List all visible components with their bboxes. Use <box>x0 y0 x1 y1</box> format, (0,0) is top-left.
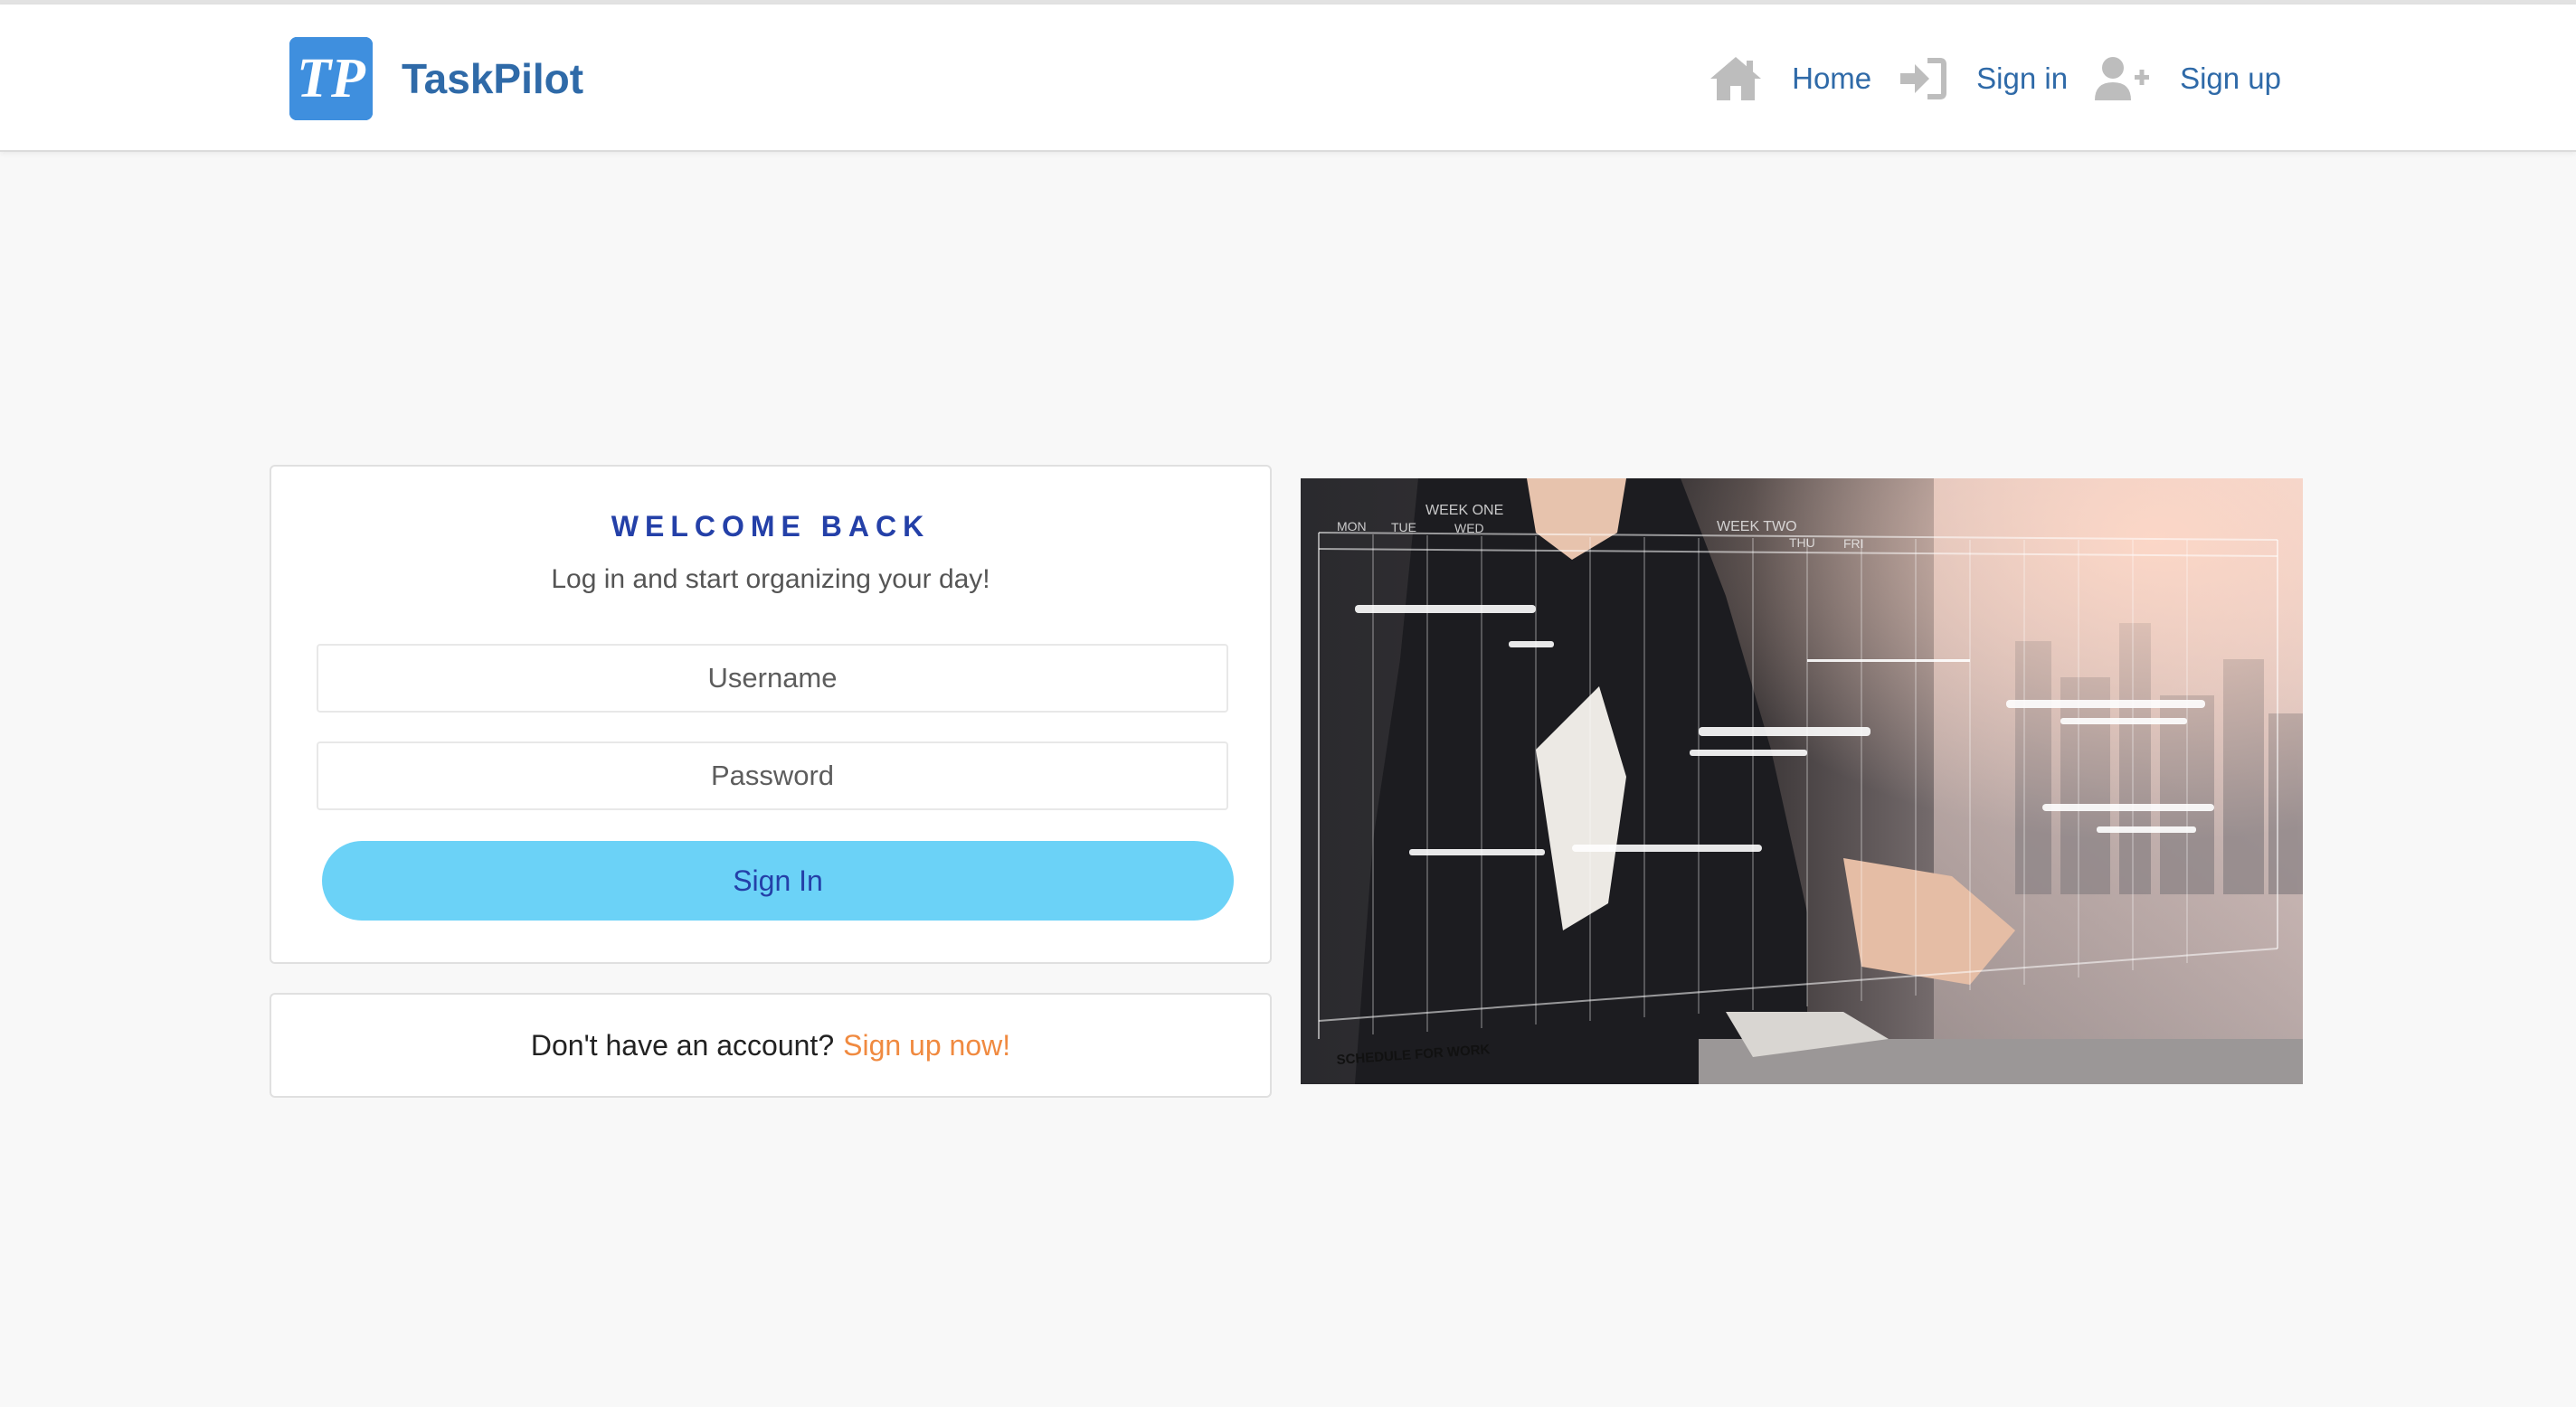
taskpilot-logo[interactable]: TP <box>289 37 373 120</box>
username-input[interactable] <box>317 644 1228 713</box>
brand[interactable]: TP TaskPilot <box>289 37 583 120</box>
nav-sign-in-label: Sign in <box>1976 61 2069 95</box>
sign-in-button[interactable]: Sign In <box>322 841 1234 921</box>
login-subtitle: Log in and start organizing your day! <box>551 564 990 594</box>
svg-text:FRI: FRI <box>1843 536 1864 551</box>
login-card: WELCOME BACK Log in and start organizing… <box>270 465 1272 964</box>
signup-prompt-card: Don't have an account? Sign up now! <box>270 993 1272 1098</box>
svg-text:WED: WED <box>1454 521 1484 535</box>
svg-text:THU: THU <box>1789 535 1815 550</box>
nav-sign-up-label: Sign up <box>2180 61 2281 95</box>
hero-image: WEEK ONE WEEK TWO MON TUE WED THU FRI SC… <box>1301 478 2303 1084</box>
svg-text:TP: TP <box>297 48 366 109</box>
user-plus-icon <box>2095 57 2150 100</box>
nav-sign-up[interactable]: Sign up <box>2095 55 2281 102</box>
nav-sign-in[interactable]: Sign in <box>1899 57 2068 100</box>
nav-home-label: Home <box>1792 61 1872 95</box>
svg-text:TUE: TUE <box>1391 520 1416 534</box>
svg-text:WEEK ONE: WEEK ONE <box>1425 503 1503 518</box>
navbar: TP TaskPilot Home Sign in Sign up <box>0 5 2576 152</box>
nav-links: Home Sign in Sign up <box>1681 50 2281 108</box>
password-input[interactable] <box>317 741 1228 810</box>
signup-prompt-text: Don't have an account? <box>530 1028 835 1062</box>
nav-home[interactable]: Home <box>1709 55 1871 102</box>
schedule-illustration-icon: WEEK ONE WEEK TWO MON TUE WED THU FRI SC… <box>1301 478 2303 1084</box>
login-title: WELCOME BACK <box>611 510 931 543</box>
home-icon <box>1710 57 1762 100</box>
sign-up-now-link[interactable]: Sign up now! <box>843 1029 1010 1062</box>
svg-text:WEEK TWO: WEEK TWO <box>1717 519 1797 534</box>
svg-text:MON: MON <box>1337 519 1367 534</box>
sign-in-icon <box>1900 58 1947 99</box>
brand-name: TaskPilot <box>402 55 584 102</box>
logo-mark-icon: TP <box>289 37 373 120</box>
